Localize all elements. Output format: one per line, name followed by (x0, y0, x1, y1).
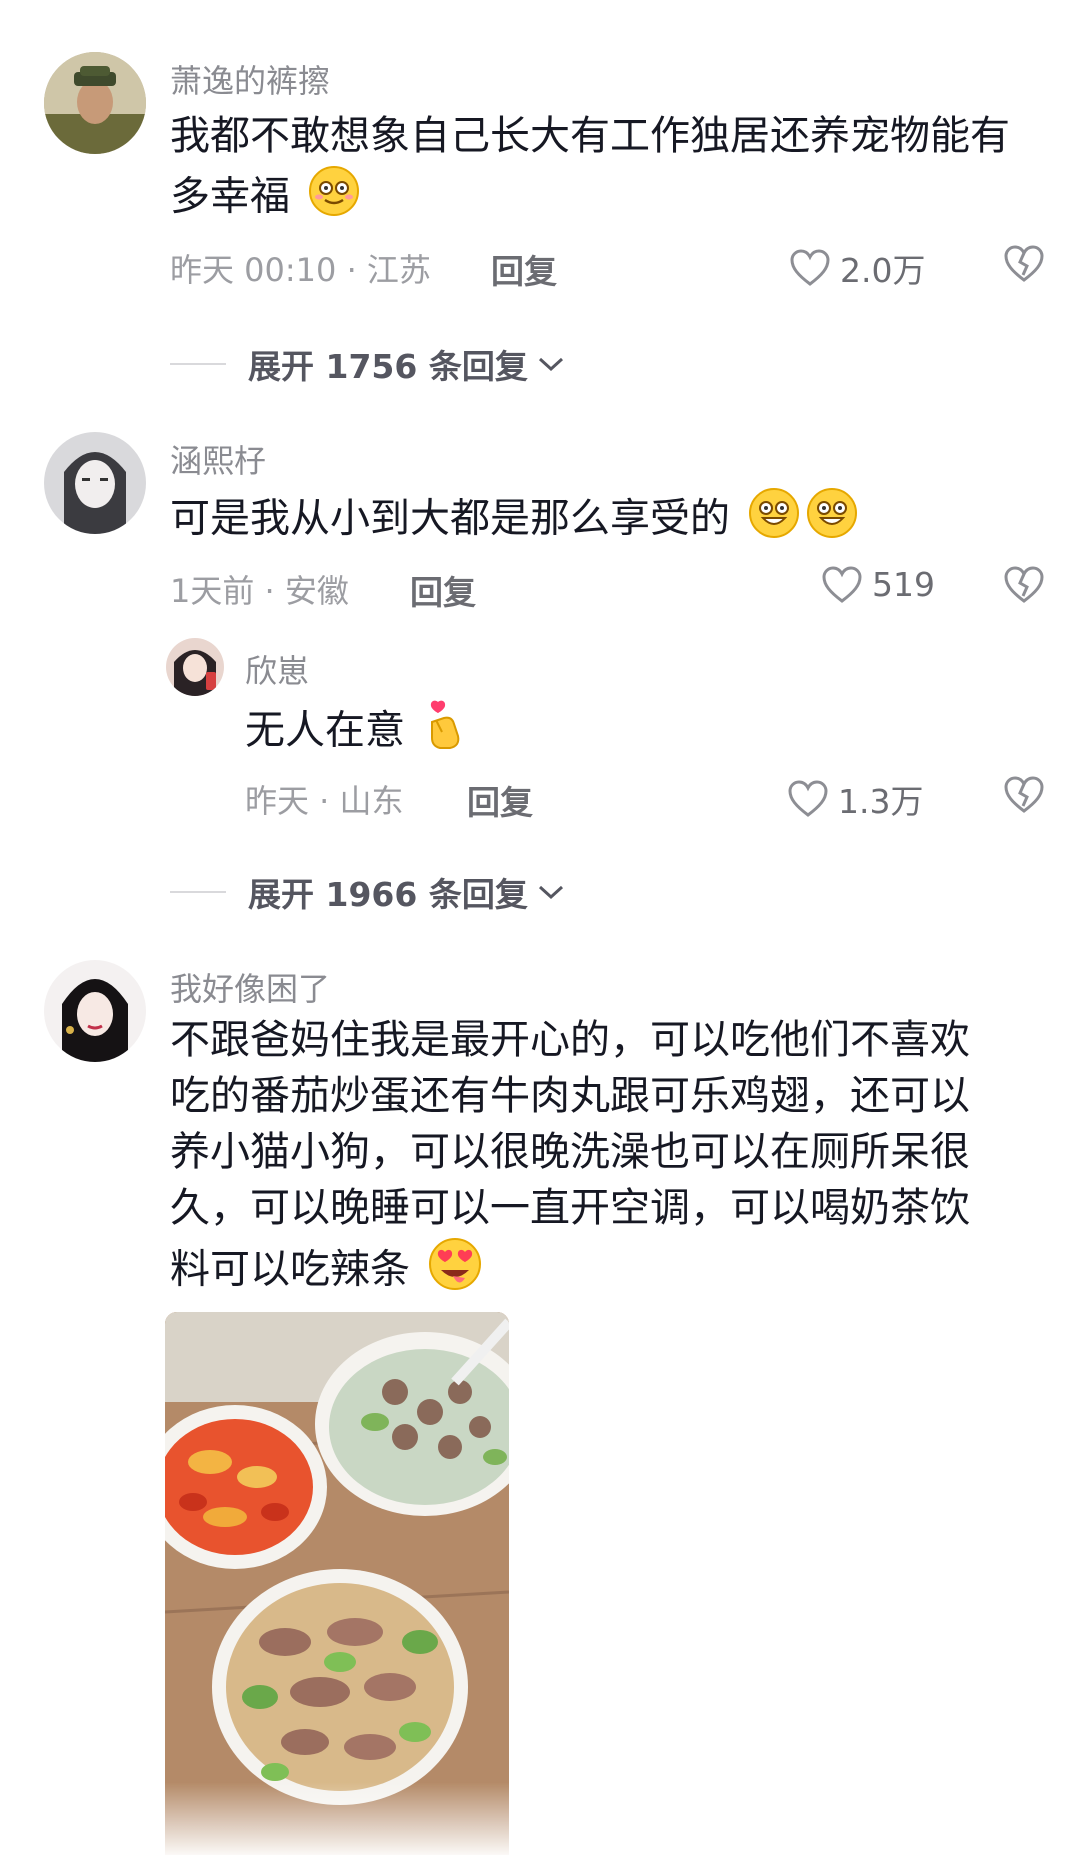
heart-icon (788, 780, 828, 817)
dislike-button[interactable] (1004, 566, 1044, 606)
username[interactable]: 涵熙杍 (170, 436, 266, 482)
expand-replies-button[interactable]: 展开 1966 条回复 (170, 868, 566, 916)
comment-photo[interactable] (165, 1312, 509, 1855)
comment-text-line: 养小猫小狗，可以很晚洗澡也可以在厕所呆很 (170, 1129, 970, 1175)
comment-text-line: 吃的番茄炒蛋还有牛肉丸跟可乐鸡翅，还可以 (170, 1073, 970, 1119)
expand-replies-label: 展开 1966 条回复 (248, 875, 528, 914)
finger-heart-emoji (422, 698, 466, 767)
comment-text-line: 不跟爸妈住我是最开心的，可以吃他们不喜欢 (170, 1017, 970, 1063)
broken-heart-icon (1004, 776, 1044, 813)
time-location: 昨天 00:10 · 江苏 (170, 251, 431, 289)
divider (170, 891, 226, 893)
time-location: 1天前 · 安徽 (170, 572, 349, 610)
heart-icon (822, 565, 862, 603)
comment-text-content: 我都不敢想象自己长大有工作独居还养宠物能有多幸福 (170, 113, 1010, 220)
broken-heart-icon (1004, 245, 1044, 282)
avatar[interactable] (44, 432, 146, 534)
username[interactable]: 萧逸的裤擦 (170, 56, 330, 102)
heart-eyes-emoji (427, 1236, 483, 1307)
comment-text: 无人在意 (245, 698, 1025, 767)
like-count: 519 (872, 565, 935, 604)
username[interactable]: 我好像困了 (170, 964, 330, 1010)
time-location: 昨天 · 山东 (245, 782, 404, 820)
like-button[interactable]: 2.0万 (790, 244, 925, 292)
divider (170, 363, 226, 365)
chevron-down-icon (538, 885, 563, 900)
username[interactable]: 欣崽 (245, 646, 309, 692)
smile-emoji (805, 486, 859, 555)
heart-icon (790, 249, 830, 286)
avatar[interactable] (44, 52, 146, 154)
comment-text-content: 可是我从小到大都是那么享受的 (170, 495, 730, 542)
comment-text: 可是我从小到大都是那么享受的 (170, 486, 1030, 555)
like-count: 2.0万 (840, 251, 926, 290)
comment-text-line: 料可以吃辣条 (170, 1246, 410, 1293)
dislike-button[interactable] (1004, 245, 1044, 285)
comment-text: 我都不敢想象自己长大有工作独居还养宠物能有多幸福 (170, 108, 1030, 233)
comment-text-last-line: 料可以吃辣条 (170, 1236, 1050, 1307)
reply-button[interactable]: 回复 (410, 566, 476, 614)
comment-text: 不跟爸妈住我是最开心的，可以吃他们不喜欢 吃的番茄炒蛋还有牛肉丸跟可乐鸡翅，还可… (170, 1012, 1050, 1307)
broken-heart-icon (1004, 566, 1044, 603)
avatar[interactable] (166, 638, 224, 696)
chevron-down-icon (538, 357, 563, 372)
expand-replies-button[interactable]: 展开 1756 条回复 (170, 340, 566, 388)
avatar[interactable] (44, 960, 146, 1062)
reply-button[interactable]: 回复 (467, 776, 533, 824)
smile-emoji (747, 486, 801, 555)
comment-text-content: 无人在意 (245, 707, 405, 754)
reply-button[interactable]: 回复 (491, 245, 557, 293)
dislike-button[interactable] (1004, 776, 1044, 816)
like-button[interactable]: 1.3万 (788, 775, 923, 823)
expand-replies-label: 展开 1756 条回复 (248, 347, 528, 386)
like-count: 1.3万 (838, 782, 924, 821)
smile-emoji (307, 164, 361, 233)
comment-text-line: 久，可以晚睡可以一直开空调，可以喝奶茶饮 (170, 1185, 970, 1231)
like-button[interactable]: 519 (822, 565, 935, 604)
